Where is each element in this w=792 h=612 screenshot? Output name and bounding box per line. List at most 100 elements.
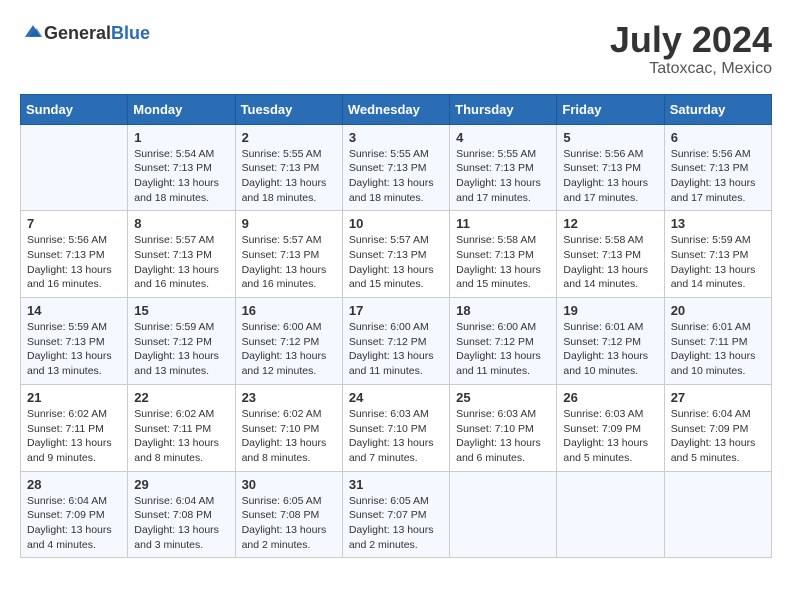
day-info: Sunrise: 6:01 AMSunset: 7:12 PMDaylight:… bbox=[563, 320, 657, 379]
day-number: 27 bbox=[671, 390, 765, 405]
day-header-wednesday: Wednesday bbox=[342, 94, 449, 124]
calendar-cell: 20 Sunrise: 6:01 AMSunset: 7:11 PMDayligh… bbox=[664, 298, 771, 385]
day-info: Sunrise: 5:59 AMSunset: 7:12 PMDaylight:… bbox=[134, 320, 228, 379]
calendar-cell: 27 Sunrise: 6:04 AMSunset: 7:09 PMDayligh… bbox=[664, 384, 771, 471]
day-info: Sunrise: 5:57 AMSunset: 7:13 PMDaylight:… bbox=[242, 233, 336, 292]
day-number: 16 bbox=[242, 303, 336, 318]
day-number: 6 bbox=[671, 130, 765, 145]
logo-text: GeneralBlue bbox=[44, 23, 150, 44]
day-number: 5 bbox=[563, 130, 657, 145]
calendar-cell: 26 Sunrise: 6:03 AMSunset: 7:09 PMDayligh… bbox=[557, 384, 664, 471]
day-info: Sunrise: 5:59 AMSunset: 7:13 PMDaylight:… bbox=[671, 233, 765, 292]
day-number: 4 bbox=[456, 130, 550, 145]
day-info: Sunrise: 5:56 AMSunset: 7:13 PMDaylight:… bbox=[671, 147, 765, 206]
calendar-week-5: 28 Sunrise: 6:04 AMSunset: 7:09 PMDayligh… bbox=[21, 471, 772, 558]
day-number: 11 bbox=[456, 216, 550, 231]
day-header-tuesday: Tuesday bbox=[235, 94, 342, 124]
day-number: 2 bbox=[242, 130, 336, 145]
day-info: Sunrise: 6:05 AMSunset: 7:07 PMDaylight:… bbox=[349, 494, 443, 553]
day-number: 13 bbox=[671, 216, 765, 231]
calendar-cell bbox=[557, 471, 664, 558]
day-header-thursday: Thursday bbox=[450, 94, 557, 124]
day-number: 24 bbox=[349, 390, 443, 405]
day-number: 15 bbox=[134, 303, 228, 318]
day-info: Sunrise: 6:03 AMSunset: 7:09 PMDaylight:… bbox=[563, 407, 657, 466]
day-info: Sunrise: 6:04 AMSunset: 7:09 PMDaylight:… bbox=[671, 407, 765, 466]
calendar-cell bbox=[450, 471, 557, 558]
day-header-sunday: Sunday bbox=[21, 94, 128, 124]
day-number: 8 bbox=[134, 216, 228, 231]
calendar-cell: 23 Sunrise: 6:02 AMSunset: 7:10 PMDayligh… bbox=[235, 384, 342, 471]
day-info: Sunrise: 6:04 AMSunset: 7:08 PMDaylight:… bbox=[134, 494, 228, 553]
title-block: July 2024 Tatoxcac, Mexico bbox=[610, 20, 772, 78]
calendar-cell: 19Sunrise: 6:01 AMSunset: 7:12 PMDayligh… bbox=[557, 298, 664, 385]
day-info: Sunrise: 5:55 AMSunset: 7:13 PMDaylight:… bbox=[456, 147, 550, 206]
calendar-cell: 3Sunrise: 5:55 AMSunset: 7:13 PMDaylight… bbox=[342, 124, 449, 211]
day-number: 23 bbox=[242, 390, 336, 405]
day-number: 3 bbox=[349, 130, 443, 145]
day-number: 21 bbox=[27, 390, 121, 405]
day-info: Sunrise: 6:02 AMSunset: 7:11 PMDaylight:… bbox=[134, 407, 228, 466]
logo-blue: Blue bbox=[111, 23, 150, 43]
logo-general: General bbox=[44, 23, 111, 43]
day-info: Sunrise: 6:03 AMSunset: 7:10 PMDaylight:… bbox=[456, 407, 550, 466]
day-number: 22 bbox=[134, 390, 228, 405]
calendar-header-row: SundayMondayTuesdayWednesdayThursdayFrid… bbox=[21, 94, 772, 124]
day-info: Sunrise: 5:58 AMSunset: 7:13 PMDaylight:… bbox=[563, 233, 657, 292]
calendar-cell: 18Sunrise: 6:00 AMSunset: 7:12 PMDayligh… bbox=[450, 298, 557, 385]
calendar-cell: 7 Sunrise: 5:56 AMSunset: 7:13 PMDaylight… bbox=[21, 211, 128, 298]
calendar-cell: 24 Sunrise: 6:03 AMSunset: 7:10 PMDayligh… bbox=[342, 384, 449, 471]
day-info: Sunrise: 5:57 AMSunset: 7:13 PMDaylight:… bbox=[349, 233, 443, 292]
day-info: Sunrise: 6:04 AMSunset: 7:09 PMDaylight:… bbox=[27, 494, 121, 553]
calendar-cell: 22 Sunrise: 6:02 AMSunset: 7:11 PMDayligh… bbox=[128, 384, 235, 471]
day-number: 10 bbox=[349, 216, 443, 231]
calendar-week-4: 21 Sunrise: 6:02 AMSunset: 7:11 PMDayligh… bbox=[21, 384, 772, 471]
day-number: 9 bbox=[242, 216, 336, 231]
day-number: 1 bbox=[134, 130, 228, 145]
day-number: 26 bbox=[563, 390, 657, 405]
day-info: Sunrise: 5:57 AMSunset: 7:13 PMDaylight:… bbox=[134, 233, 228, 292]
calendar-cell: 5Sunrise: 5:56 AMSunset: 7:13 PMDaylight… bbox=[557, 124, 664, 211]
calendar-cell: 12 Sunrise: 5:58 AMSunset: 7:13 PMDayligh… bbox=[557, 211, 664, 298]
calendar-cell: 28 Sunrise: 6:04 AMSunset: 7:09 PMDayligh… bbox=[21, 471, 128, 558]
calendar-cell: 21 Sunrise: 6:02 AMSunset: 7:11 PMDayligh… bbox=[21, 384, 128, 471]
calendar-cell: 30Sunrise: 6:05 AMSunset: 7:08 PMDayligh… bbox=[235, 471, 342, 558]
day-number: 20 bbox=[671, 303, 765, 318]
calendar-cell: 17Sunrise: 6:00 AMSunset: 7:12 PMDayligh… bbox=[342, 298, 449, 385]
calendar-cell: 2 Sunrise: 5:55 AMSunset: 7:13 PMDaylight… bbox=[235, 124, 342, 211]
day-header-monday: Monday bbox=[128, 94, 235, 124]
calendar-cell: 25 Sunrise: 6:03 AMSunset: 7:10 PMDayligh… bbox=[450, 384, 557, 471]
day-info: Sunrise: 6:02 AMSunset: 7:11 PMDaylight:… bbox=[27, 407, 121, 466]
day-info: Sunrise: 6:05 AMSunset: 7:08 PMDaylight:… bbox=[242, 494, 336, 553]
day-info: Sunrise: 6:01 AMSunset: 7:11 PMDaylight:… bbox=[671, 320, 765, 379]
calendar-cell: 13 Sunrise: 5:59 AMSunset: 7:13 PMDayligh… bbox=[664, 211, 771, 298]
calendar-cell bbox=[21, 124, 128, 211]
day-number: 14 bbox=[27, 303, 121, 318]
calendar-cell: 6 Sunrise: 5:56 AMSunset: 7:13 PMDaylight… bbox=[664, 124, 771, 211]
calendar-cell: 1 Sunrise: 5:54 AMSunset: 7:13 PMDaylight… bbox=[128, 124, 235, 211]
day-number: 12 bbox=[563, 216, 657, 231]
calendar-cell bbox=[664, 471, 771, 558]
calendar-cell: 10 Sunrise: 5:57 AMSunset: 7:13 PMDayligh… bbox=[342, 211, 449, 298]
day-number: 25 bbox=[456, 390, 550, 405]
day-info: Sunrise: 6:03 AMSunset: 7:10 PMDaylight:… bbox=[349, 407, 443, 466]
calendar-title: July 2024 bbox=[610, 20, 772, 60]
calendar-subtitle: Tatoxcac, Mexico bbox=[610, 60, 772, 78]
day-number: 28 bbox=[27, 477, 121, 492]
day-number: 31 bbox=[349, 477, 443, 492]
calendar-cell: 15 Sunrise: 5:59 AMSunset: 7:12 PMDayligh… bbox=[128, 298, 235, 385]
day-info: Sunrise: 6:00 AMSunset: 7:12 PMDaylight:… bbox=[242, 320, 336, 379]
calendar-week-3: 14Sunrise: 5:59 AMSunset: 7:13 PMDayligh… bbox=[21, 298, 772, 385]
calendar-cell: 8 Sunrise: 5:57 AMSunset: 7:13 PMDaylight… bbox=[128, 211, 235, 298]
day-info: Sunrise: 6:02 AMSunset: 7:10 PMDaylight:… bbox=[242, 407, 336, 466]
calendar-cell: 11Sunrise: 5:58 AMSunset: 7:13 PMDayligh… bbox=[450, 211, 557, 298]
calendar-cell: 4 Sunrise: 5:55 AMSunset: 7:13 PMDaylight… bbox=[450, 124, 557, 211]
calendar-cell: 16 Sunrise: 6:00 AMSunset: 7:12 PMDayligh… bbox=[235, 298, 342, 385]
day-info: Sunrise: 5:55 AMSunset: 7:13 PMDaylight:… bbox=[242, 147, 336, 206]
day-info: Sunrise: 6:00 AMSunset: 7:12 PMDaylight:… bbox=[349, 320, 443, 379]
page-header: GeneralBlue July 2024 Tatoxcac, Mexico bbox=[20, 20, 772, 78]
day-info: Sunrise: 5:56 AMSunset: 7:13 PMDaylight:… bbox=[27, 233, 121, 292]
day-info: Sunrise: 5:54 AMSunset: 7:13 PMDaylight:… bbox=[134, 147, 228, 206]
calendar-cell: 31 Sunrise: 6:05 AMSunset: 7:07 PMDayligh… bbox=[342, 471, 449, 558]
day-number: 7 bbox=[27, 216, 121, 231]
